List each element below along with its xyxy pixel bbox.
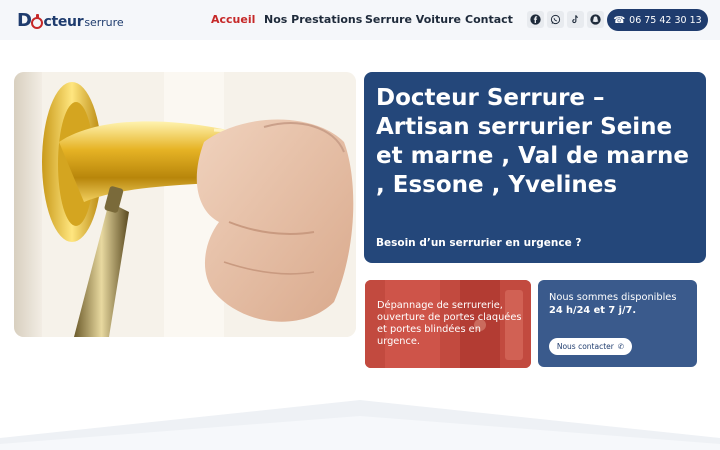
availability-hours: 24 h/24 et 7 j/7. (549, 305, 637, 316)
site-header: D cteur serrure Accueil Nos Prestations … (0, 0, 720, 40)
phone-icon: ✆ (617, 342, 625, 351)
hero-image-door-handle (14, 72, 356, 337)
site-logo[interactable]: D cteur serrure (17, 9, 124, 31)
tiktok-icon[interactable] (567, 11, 584, 28)
whatsapp-icon[interactable] (547, 11, 564, 28)
hero-title-card: Docteur Serrure – Artisan serrurier Sein… (364, 72, 706, 263)
snapchat-icon[interactable] (587, 11, 604, 28)
decorative-wave (0, 400, 720, 450)
logo-suffix: serrure (84, 16, 124, 29)
phone-number: 06 75 42 30 13 (629, 14, 702, 26)
social-links (527, 11, 604, 28)
depannage-text: Dépannage de serrurerie, ouverture de po… (377, 300, 522, 347)
logo-word: cteur (43, 14, 84, 30)
phone-button[interactable]: ☎ 06 75 42 30 13 (607, 9, 708, 31)
padlock-icon (31, 14, 44, 29)
logo-letter-d: D (17, 10, 32, 31)
contact-button-label: Nous contacter (556, 342, 614, 351)
nav-item-serrure-voiture[interactable]: Serrure Voiture (365, 13, 461, 26)
nav-item-prestations[interactable]: Nos Prestations (264, 13, 362, 26)
phone-icon: ☎ (613, 14, 626, 26)
availability-card: Nous sommes disponibles 24 h/24 et 7 j/7… (538, 280, 697, 367)
page-title: Docteur Serrure – Artisan serrurier Sein… (376, 85, 689, 198)
facebook-icon[interactable] (527, 11, 544, 28)
depannage-card: Dépannage de serrurerie, ouverture de po… (365, 280, 531, 368)
hero-subtitle: Besoin d’un serrurier en urgence ? (376, 237, 582, 249)
nav-item-contact[interactable]: Contact (465, 13, 513, 26)
availability-text: Nous sommes disponibles (549, 292, 677, 303)
contact-button[interactable]: Nous contacter ✆ (549, 338, 632, 355)
nav-item-accueil[interactable]: Accueil (211, 13, 255, 26)
